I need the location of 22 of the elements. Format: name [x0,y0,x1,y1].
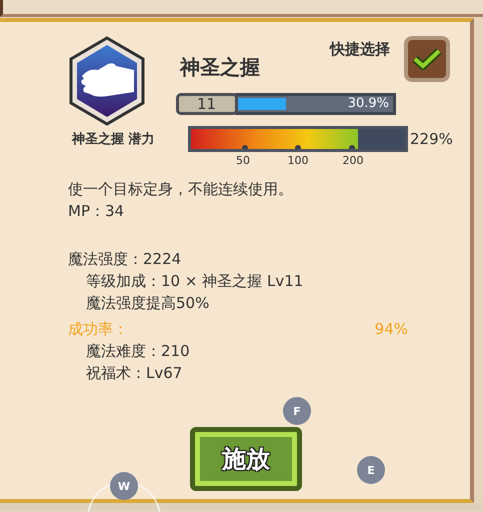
checkmark-icon [412,48,442,70]
info-text: 等级加成：10 × 神圣之握 Lv11 [85,271,304,292]
info-text: 魔法强度提高50% [85,293,210,314]
info-text: 使一个目标定身，不能连续使用。 [68,179,294,200]
success-rate-value: 94% [374,319,408,340]
quick-select-checkbox[interactable] [404,36,450,82]
hand-icon [68,36,146,126]
potential-label: 神圣之握 潜力 [72,130,156,148]
tick-label: 200 [342,154,364,167]
skill-title: 神圣之握 [180,54,261,81]
level-badge: 11 [176,93,238,115]
tick-label: 50 [236,154,250,167]
success-rate-label: 成功率： [68,319,128,340]
potential-reading: 229% [410,130,453,148]
info-text: 祝福术：Lv67 [85,363,184,384]
info-text: MP：34 [68,201,126,222]
progress-reading: 30.9% [348,96,389,112]
info-text: 魔法难度：210 [85,341,191,362]
info-text: 魔法强度：2224 [68,249,182,270]
tick-label: 100 [288,154,308,167]
cast-button[interactable]: 施放 [190,427,302,491]
quick-select-label: 快捷选择 [330,40,390,60]
